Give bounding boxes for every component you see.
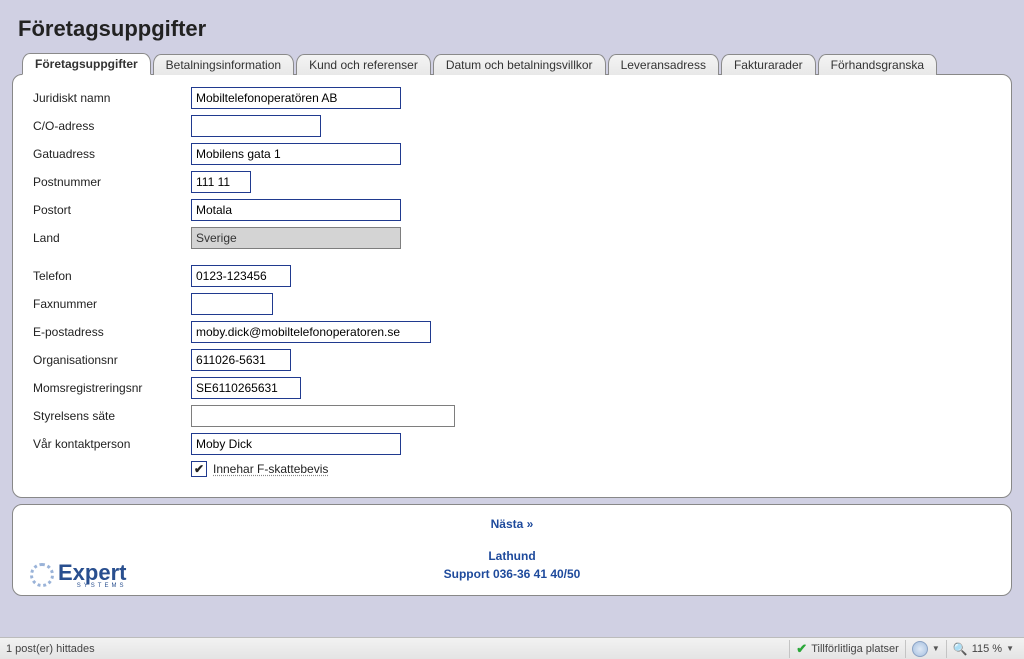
- globe-icon: [912, 641, 928, 657]
- form-panel: Juridiskt namn C/O-adress Gatuadress Pos…: [12, 74, 1012, 498]
- field-land: Sverige: [191, 227, 401, 249]
- tab-fakturarader[interactable]: Fakturarader: [721, 54, 816, 75]
- page-title: Företagsuppgifter: [0, 0, 1024, 52]
- label-momsregistreringsnr: Momsregistreringsnr: [33, 381, 191, 395]
- status-site[interactable]: ✔ Tillförlitliga platser: [789, 640, 905, 658]
- label-juridiskt-namn: Juridiskt namn: [33, 91, 191, 105]
- tab-bar: Företagsuppgifter Betalningsinformation …: [0, 52, 1024, 74]
- label-faxnummer: Faxnummer: [33, 297, 191, 311]
- input-postnummer[interactable]: [191, 171, 251, 193]
- checkbox-fskatt-label: Innehar F-skattebevis: [213, 462, 328, 476]
- check-icon: ✔: [796, 641, 807, 657]
- input-juridiskt-namn[interactable]: [191, 87, 401, 109]
- tab-forhandsgranska[interactable]: Förhandsgranska: [818, 54, 937, 75]
- input-momsregistreringsnr[interactable]: [191, 377, 301, 399]
- status-zoom[interactable]: 🔍 115 % ▼: [946, 640, 1020, 658]
- tab-betalningsinformation[interactable]: Betalningsinformation: [153, 54, 294, 75]
- input-telefon[interactable]: [191, 265, 291, 287]
- tab-leveransadress[interactable]: Leveransadress: [608, 54, 719, 75]
- logo-swirl-icon: [25, 559, 55, 589]
- fskatt-checkbox-row: ✔ Innehar F-skattebevis: [191, 461, 993, 477]
- app-window: Företagsuppgifter Företagsuppgifter Beta…: [0, 0, 1024, 659]
- label-var-kontaktperson: Vår kontaktperson: [33, 437, 191, 451]
- footer-panel: Nästa » Lathund Support 036-36 41 40/50 …: [12, 504, 1012, 596]
- input-styrelsens-sate[interactable]: [191, 405, 455, 427]
- status-security[interactable]: ▼: [905, 640, 946, 658]
- label-styrelsens-sate: Styrelsens säte: [33, 409, 191, 423]
- label-postnummer: Postnummer: [33, 175, 191, 189]
- next-link[interactable]: Nästa »: [491, 517, 534, 531]
- input-var-kontaktperson[interactable]: [191, 433, 401, 455]
- chevron-down-icon: ▼: [1006, 644, 1014, 653]
- status-site-text: Tillförlitliga platser: [811, 643, 899, 655]
- label-land: Land: [33, 231, 191, 245]
- tab-datum-och-betalningsvillkor[interactable]: Datum och betalningsvillkor: [433, 54, 606, 75]
- label-organisationsnr: Organisationsnr: [33, 353, 191, 367]
- label-epostadress: E-postadress: [33, 325, 191, 339]
- status-zoom-text: 115 %: [972, 643, 1002, 655]
- expert-logo: Expert SYSTEMS: [25, 559, 126, 589]
- guide-link[interactable]: Lathund: [488, 549, 535, 563]
- input-organisationsnr[interactable]: [191, 349, 291, 371]
- status-left: 1 post(er) hittades: [4, 643, 789, 655]
- input-gatuadress[interactable]: [191, 143, 401, 165]
- status-bar: 1 post(er) hittades ✔ Tillförlitliga pla…: [0, 637, 1024, 659]
- input-faxnummer[interactable]: [191, 293, 273, 315]
- chevron-down-icon: ▼: [932, 644, 940, 653]
- input-postort[interactable]: [191, 199, 401, 221]
- tab-foretagsuppgifter[interactable]: Företagsuppgifter: [22, 53, 151, 75]
- zoom-icon: 🔍: [953, 642, 968, 656]
- checkbox-fskatt[interactable]: ✔: [191, 461, 207, 477]
- input-epostadress[interactable]: [191, 321, 431, 343]
- support-text: Support 036-36 41 40/50: [31, 567, 993, 581]
- label-telefon: Telefon: [33, 269, 191, 283]
- input-co-adress[interactable]: [191, 115, 321, 137]
- label-gatuadress: Gatuadress: [33, 147, 191, 161]
- label-co-adress: C/O-adress: [33, 119, 191, 133]
- logo-text: Expert: [58, 563, 126, 583]
- tab-kund-och-referenser[interactable]: Kund och referenser: [296, 54, 431, 75]
- label-postort: Postort: [33, 203, 191, 217]
